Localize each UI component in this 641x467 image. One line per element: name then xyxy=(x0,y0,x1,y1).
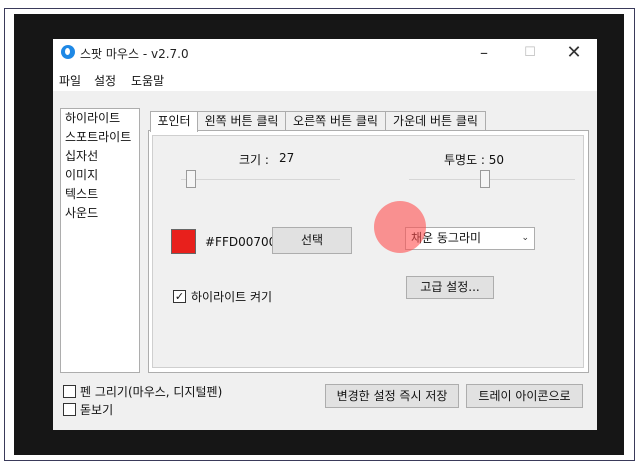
highlight-checkbox[interactable]: ✓ xyxy=(173,290,186,303)
size-value: 27 xyxy=(279,151,295,165)
size-slider-thumb[interactable] xyxy=(186,170,196,188)
magnifier-label: 돋보기 xyxy=(80,403,114,417)
tab-left-click[interactable]: 왼쪽 버튼 클릭 xyxy=(197,111,286,131)
pen-draw-checkbox[interactable] xyxy=(63,385,76,398)
window-title: 스팟 마우스 - v2.7.0 xyxy=(80,47,189,61)
check-icon: ✓ xyxy=(174,290,185,303)
advanced-settings-button[interactable]: 고급 설정... xyxy=(406,276,494,299)
sidebar-item-sound[interactable]: 사운드 xyxy=(61,204,139,223)
app-logo-icon xyxy=(61,45,75,59)
opacity-label: 투명도 : 50 xyxy=(444,153,505,167)
menu-file[interactable]: 파일 xyxy=(59,72,81,89)
magnifier-checkbox[interactable] xyxy=(63,403,76,416)
color-swatch[interactable] xyxy=(171,229,196,254)
title-bar: 스팟 마우스 - v2.7.0 – ☐ ✕ xyxy=(53,39,597,69)
size-slider-track[interactable] xyxy=(181,179,340,180)
sidebar-item-image[interactable]: 이미지 xyxy=(61,166,139,185)
tab-panel: 크기 : 27 투명도 : 50 #FFD00700 선택 채운 동그라미 ⌄ … xyxy=(148,130,589,373)
menu-help[interactable]: 도움말 xyxy=(131,72,164,89)
minimize-button[interactable]: – xyxy=(461,39,507,69)
highlight-checkbox-label: 하이라이트 켜기 xyxy=(191,290,273,304)
menu-settings[interactable]: 설정 xyxy=(94,72,116,89)
opacity-slider-thumb[interactable] xyxy=(480,170,490,188)
tab-middle-click[interactable]: 가운데 버튼 클릭 xyxy=(385,111,486,131)
tab-pointer[interactable]: 포인터 xyxy=(150,111,198,132)
chevron-down-icon: ⌄ xyxy=(521,233,529,243)
color-hex-value: #FFD00700 xyxy=(205,235,277,249)
save-settings-button[interactable]: 변경한 설정 즉시 저장 xyxy=(325,384,459,408)
pointer-settings-panel: 크기 : 27 투명도 : 50 #FFD00700 선택 채운 동그라미 ⌄ … xyxy=(152,135,584,368)
menu-bar: 파일 설정 도움말 xyxy=(53,69,597,91)
sidebar-item-text[interactable]: 텍스트 xyxy=(61,185,139,204)
tray-icon-button[interactable]: 트레이 아이콘으로 xyxy=(466,384,583,408)
tab-right-click[interactable]: 오른쪽 버튼 클릭 xyxy=(285,111,386,131)
opacity-slider-track[interactable] xyxy=(409,179,575,180)
select-color-button[interactable]: 선택 xyxy=(272,227,352,254)
pen-draw-label: 펜 그리기(마우스, 디지털펜) xyxy=(80,385,223,399)
close-button[interactable]: ✕ xyxy=(551,39,597,69)
sidebar-item-spotlight[interactable]: 스포트라이트 xyxy=(61,128,139,147)
maximize-button[interactable]: ☐ xyxy=(507,39,553,69)
sidebar-item-highlight[interactable]: 하이라이트 xyxy=(61,109,139,128)
cursor-highlight-circle xyxy=(374,201,426,253)
feature-list: 하이라이트 스포트라이트 십자선 이미지 텍스트 사운드 xyxy=(60,108,140,373)
sidebar-item-crosshair[interactable]: 십자선 xyxy=(61,147,139,166)
size-label: 크기 : xyxy=(239,153,269,167)
app-window: 스팟 마우스 - v2.7.0 – ☐ ✕ 파일 설정 도움말 하이라이트 스포… xyxy=(53,39,597,430)
